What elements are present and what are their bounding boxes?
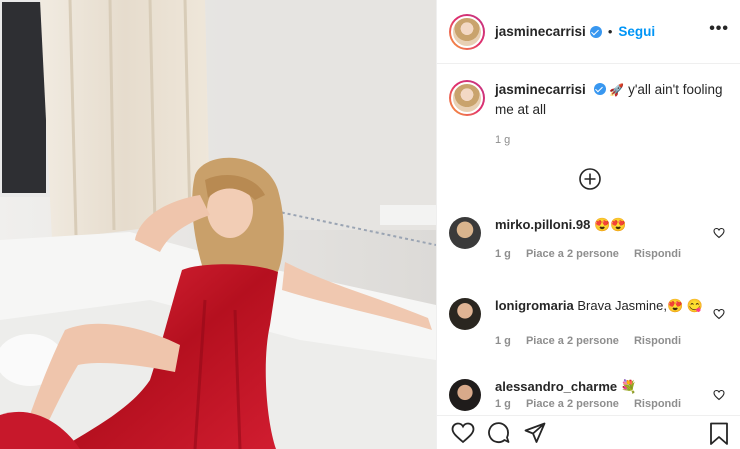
reply-button[interactable]: Rispondi xyxy=(634,248,681,260)
bookmark-icon[interactable] xyxy=(709,422,729,446)
author-avatar[interactable] xyxy=(449,13,485,50)
commenter-username[interactable]: mirko.pilloni.98 xyxy=(495,217,590,232)
more-options-icon[interactable]: ••• xyxy=(709,20,729,38)
comment-meta: 1 g Piace a 2 persone Rispondi xyxy=(495,335,693,347)
comment-likes[interactable]: Piace a 2 persone xyxy=(526,398,619,410)
commenter-username[interactable]: alessandro_charme xyxy=(495,379,617,394)
instagram-post: jasminecarrisi • Segui ••• jasminecarris… xyxy=(0,0,740,449)
action-bar xyxy=(437,415,740,449)
reply-button[interactable]: Rispondi xyxy=(634,335,681,347)
comment-item: mirko.pilloni.98 😍😍 1 g Piace a 2 person… xyxy=(449,215,735,296)
post-photo[interactable] xyxy=(0,0,436,449)
comment-meta: 1 g Piace a 2 persone Rispondi xyxy=(495,398,693,410)
heart-icon[interactable] xyxy=(451,422,475,444)
comment-likes[interactable]: Piace a 2 persone xyxy=(526,335,619,347)
photo-illustration xyxy=(0,0,436,449)
rocket-emoji: 🚀 xyxy=(609,83,625,97)
comment-like-heart-icon[interactable] xyxy=(713,389,725,401)
share-icon[interactable] xyxy=(524,422,546,444)
author-username[interactable]: jasminecarrisi xyxy=(495,24,586,39)
comment-text: 💐 xyxy=(620,379,637,394)
caption-avatar[interactable] xyxy=(449,80,485,116)
commenter-avatar[interactable] xyxy=(449,217,481,249)
caption-timestamp[interactable]: 1 g xyxy=(495,134,510,146)
comment-timestamp[interactable]: 1 g xyxy=(495,335,511,347)
comment-list: mirko.pilloni.98 😍😍 1 g Piace a 2 person… xyxy=(449,215,735,449)
comment-icon[interactable] xyxy=(487,422,511,444)
comment-timestamp[interactable]: 1 g xyxy=(495,398,511,410)
plus-circle-icon[interactable] xyxy=(579,168,601,190)
reply-button[interactable]: Rispondi xyxy=(634,398,681,410)
comment-meta: 1 g Piace a 2 persone Rispondi xyxy=(495,248,693,260)
verified-badge-icon xyxy=(593,83,606,95)
comment-text: 😍😍 xyxy=(593,217,627,232)
comment-like-heart-icon[interactable] xyxy=(713,227,725,239)
commenter-avatar[interactable] xyxy=(449,298,481,330)
separator-dot: • xyxy=(607,24,613,39)
comment-item: lonigromaria Brava Jasmine,😍 😋 1 g Piace… xyxy=(449,296,735,377)
post-caption: jasminecarrisi 🚀 y'all ain't fooling me … xyxy=(449,80,733,120)
follow-button[interactable]: Segui xyxy=(618,24,655,39)
verified-badge-icon xyxy=(589,25,602,38)
post-sidebar: jasminecarrisi • Segui ••• jasminecarris… xyxy=(436,0,740,449)
comment-likes[interactable]: Piace a 2 persone xyxy=(526,248,619,260)
comment-text: Brava Jasmine,😍 😋 xyxy=(577,298,703,313)
commenter-avatar[interactable] xyxy=(449,379,481,411)
caption-username[interactable]: jasminecarrisi xyxy=(495,82,586,97)
comment-timestamp[interactable]: 1 g xyxy=(495,248,511,260)
post-header: jasminecarrisi • Segui ••• xyxy=(437,0,740,64)
commenter-username[interactable]: lonigromaria xyxy=(495,298,574,313)
comment-like-heart-icon[interactable] xyxy=(713,308,725,320)
